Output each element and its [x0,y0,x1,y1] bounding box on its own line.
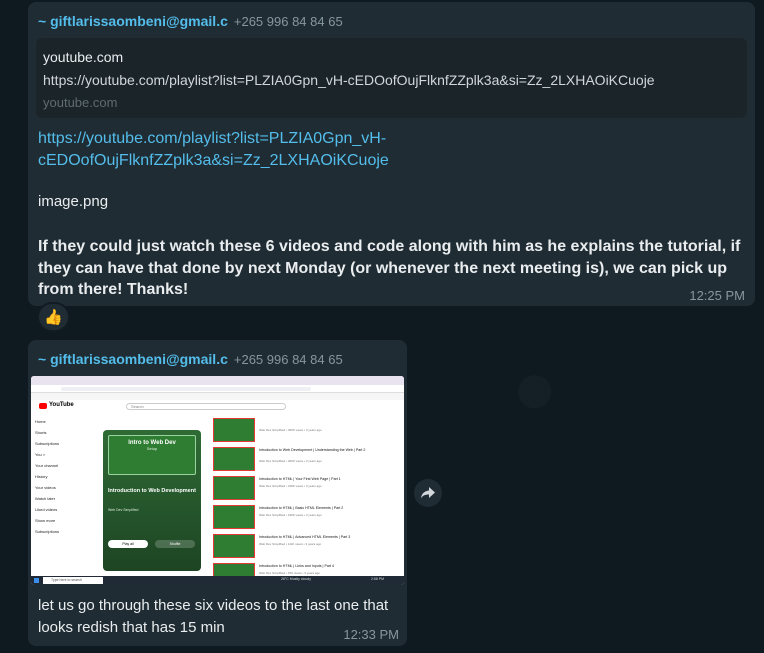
windows-start-icon[interactable] [34,578,39,583]
sidebar-item-you[interactable]: You > [35,449,101,460]
sidebar-item-home[interactable]: Home [35,416,101,427]
sidebar-item-shorts[interactable]: Shorts [35,427,101,438]
message-link[interactable]: https://youtube.com/playlist?list=PLZIA0… [38,128,438,172]
message-bubble-1[interactable]: ~ giftlarissaombeni@gmail.c +265 996 84 … [28,2,755,306]
sender-name[interactable]: ~ giftlarissaombeni@gmail.c [38,13,228,29]
playlist-banner: Intro to Web Dev Setup [108,435,196,475]
playlist-video-list: Web Dev Simplified • 469K views • 3 year… [213,416,399,581]
attachment-filename: image.png [38,193,109,210]
preview-site: youtube.com [43,49,124,65]
preview-site-footer: youtube.com [43,95,118,110]
sidebar-item-subscriptions[interactable]: Subscriptions [35,438,101,449]
sender-phone: +265 996 84 84 65 [233,352,343,367]
search-placeholder: Search [131,404,144,409]
forward-icon [421,487,435,499]
playlist-author: Web Dev Simplified [108,508,139,512]
list-item[interactable]: Web Dev Simplified • 469K views • 3 year… [213,416,399,445]
youtube-logo-icon [39,403,47,409]
list-item[interactable]: Introduction to HTML | Advanced HTML Ele… [213,532,399,561]
list-item[interactable]: Introduction to HTML | Basic HTML Elemen… [213,503,399,532]
sidebar-item-your-channel[interactable]: Your channel [35,460,101,471]
browser-tab-bar [31,376,404,385]
sidebar-item-liked-videos[interactable]: Liked videos [35,504,101,515]
sender-phone: +265 996 84 84 65 [233,14,343,29]
play-all-button[interactable]: Play all [108,540,148,548]
message-time: 12:33 PM [343,627,399,642]
message-link-line1[interactable]: https://youtube.com/playlist?list=PLZIA0… [38,128,438,150]
taskbar-weather: 26°C Mostly cloudy [281,577,311,581]
sidebar-item-history[interactable]: History [35,471,101,482]
youtube-sidebar: Home Shorts Subscriptions You > Your cha… [35,416,101,537]
message-link-line2[interactable]: cEDOofOujFlknfZZplk3a&si=Zz_2LXHAOiKCuoj… [38,150,438,172]
shuffle-button[interactable]: Shuffle [155,540,195,548]
taskbar-time: 2:58 PM [371,577,385,581]
sender-row: ~ giftlarissaombeni@gmail.c +265 996 84 … [38,13,343,29]
sidebar-item-your-videos[interactable]: Your videos [35,482,101,493]
sidebar-item-show-more[interactable]: Show more [35,515,101,526]
link-preview[interactable]: youtube.com https://youtube.com/playlist… [36,38,747,118]
list-item[interactable]: Introduction to HTML | Your First Web Pa… [213,474,399,503]
list-item[interactable]: Introduction to Web Development | Unders… [213,445,399,474]
forward-button[interactable] [414,479,442,507]
playlist-card: Intro to Web Dev Setup Introduction to W… [103,430,201,571]
taskbar-search-placeholder: Type here to search [51,578,82,582]
attached-screenshot[interactable]: YouTube Search Home Shorts Subscriptions… [31,376,404,585]
message-text: If they could just watch these 6 videos … [38,238,741,298]
search-input[interactable]: Search [126,403,286,410]
thumbs-up-icon: 👍 [44,309,63,326]
reaction-badge[interactable]: 👍 [37,302,70,332]
browser-address-bar [31,385,404,393]
message-time: 12:25 PM [689,288,745,303]
preview-url: https://youtube.com/playlist?list=PLZIA0… [43,72,655,88]
taskbar-search[interactable]: Type here to search [43,577,103,584]
playlist-banner-sub: Setup [146,446,158,451]
windows-taskbar: Type here to search 26°C Mostly cloudy 2… [31,576,404,585]
sender-row: ~ giftlarissaombeni@gmail.c +265 996 84 … [38,351,343,367]
sidebar-section-subscriptions: Subscriptions [35,529,60,534]
youtube-header: YouTube Search [31,400,404,414]
bookmarks-bar [31,393,404,400]
youtube-label: YouTube [49,402,74,408]
playlist-title: Introduction to Web Development [108,488,196,494]
sidebar-item-watch-later[interactable]: Watch later [35,493,101,504]
sender-name[interactable]: ~ giftlarissaombeni@gmail.c [38,351,228,367]
